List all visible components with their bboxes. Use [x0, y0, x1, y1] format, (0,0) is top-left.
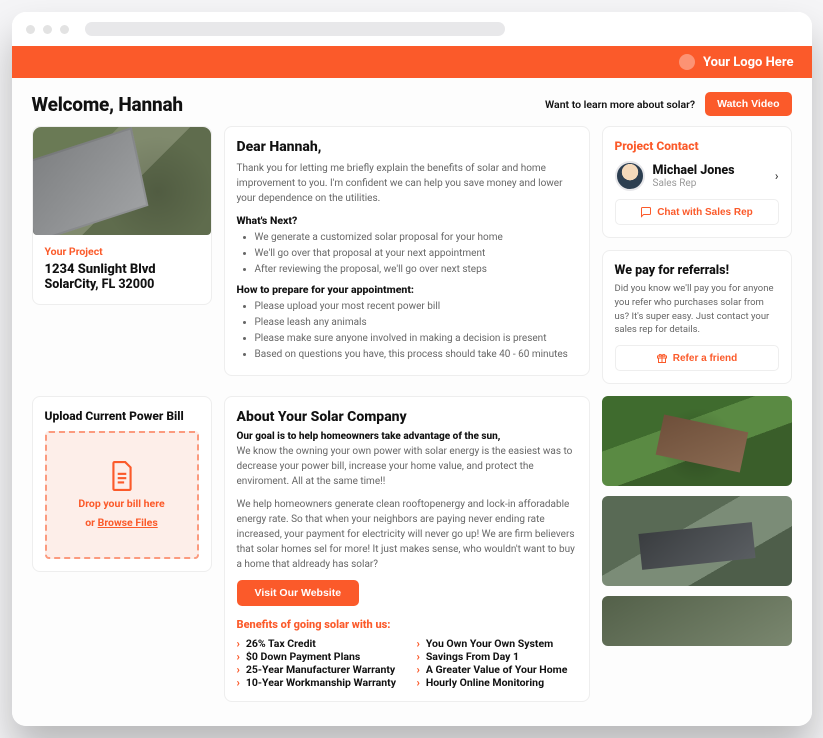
upload-dropzone[interactable]: Drop your bill here or Browse Files — [45, 431, 199, 559]
window-dot — [26, 25, 35, 34]
gallery-image — [602, 396, 792, 486]
benefit-item: ›10-Year Workmanship Warranty — [237, 676, 397, 689]
contact-row[interactable]: Michael Jones Sales Rep › — [615, 161, 779, 191]
list-item: We generate a customized solar proposal … — [255, 230, 577, 245]
prepare-list: Please upload your most recent power bil… — [237, 299, 577, 362]
caret-icon: › — [417, 650, 420, 663]
brand-bar: Your Logo Here — [12, 46, 812, 78]
list-item: Please upload your most recent power bil… — [255, 299, 577, 314]
benefit-item: ›A Greater Value of Your Home — [417, 663, 577, 676]
list-item: Based on questions you have, this proces… — [255, 347, 577, 362]
learn-more-label: Want to learn more about solar? — [545, 98, 695, 111]
browser-chrome — [12, 12, 812, 46]
project-aerial-image — [33, 127, 211, 235]
benefits-title: Benefits of going solar with us: — [237, 618, 577, 631]
caret-icon: › — [417, 676, 420, 689]
watch-video-button[interactable]: Watch Video — [705, 92, 791, 116]
prepare-heading: How to prepare for your appointment: — [237, 283, 577, 296]
page-body: Welcome, Hannah Want to learn more about… — [12, 78, 812, 726]
referral-body: Did you know we'll pay you for anyone yo… — [615, 282, 779, 337]
gift-icon — [656, 352, 668, 364]
whats-next-list: We generate a customized solar proposal … — [237, 230, 577, 277]
about-card: About Your Solar Company Our goal is to … — [224, 396, 590, 702]
gallery — [602, 396, 792, 646]
chat-sales-rep-button[interactable]: Chat with Sales Rep — [615, 199, 779, 225]
letter-intro: Thank you for letting me briefly explain… — [237, 161, 577, 206]
whats-next-heading: What's Next? — [237, 214, 577, 227]
gallery-image — [602, 596, 792, 646]
address-bar[interactable] — [85, 22, 505, 36]
window-dot — [60, 25, 69, 34]
referral-card: We pay for referrals! Did you know we'll… — [602, 250, 792, 384]
app-window: Your Logo Here Welcome, Hannah Want to l… — [12, 12, 812, 726]
refer-button-label: Refer a friend — [673, 353, 737, 364]
benefit-item: ›Savings From Day 1 — [417, 650, 577, 663]
upload-card: Upload Current Power Bill Drop your bill… — [32, 396, 212, 572]
list-item: Please leash any animals — [255, 315, 577, 330]
project-label: Your Project — [45, 245, 199, 258]
benefits-grid: ›26% Tax Credit ›$0 Down Payment Plans ›… — [237, 637, 577, 689]
gallery-image — [602, 496, 792, 586]
caret-icon: › — [237, 637, 240, 650]
avatar — [615, 161, 645, 191]
caret-icon: › — [237, 676, 240, 689]
upload-title: Upload Current Power Bill — [45, 409, 199, 423]
project-address-line2: SolarCity, FL 32000 — [45, 277, 199, 292]
contact-role: Sales Rep — [653, 178, 735, 189]
chevron-right-icon: › — [775, 169, 779, 183]
about-para2: We help homeowners generate clean roofto… — [237, 497, 577, 572]
dropzone-line2: or Browse Files — [85, 516, 157, 529]
caret-icon: › — [237, 650, 240, 663]
caret-icon: › — [417, 637, 420, 650]
list-item: We'll go over that proposal at your next… — [255, 246, 577, 261]
contact-name: Michael Jones — [653, 163, 735, 178]
refer-friend-button[interactable]: Refer a friend — [615, 345, 779, 371]
chat-icon — [640, 206, 652, 218]
brand-text: Your Logo Here — [703, 55, 793, 70]
benefit-item: ›$0 Down Payment Plans — [237, 650, 397, 663]
page-title: Welcome, Hannah — [32, 93, 183, 116]
about-lead: Our goal is to help homeowners take adva… — [237, 431, 577, 442]
about-title: About Your Solar Company — [237, 409, 577, 425]
window-dot — [43, 25, 52, 34]
benefit-item: ›26% Tax Credit — [237, 637, 397, 650]
about-para1: We know the owning your own power with s… — [237, 444, 577, 489]
benefit-item: ›You Own Your Own System — [417, 637, 577, 650]
caret-icon: › — [237, 663, 240, 676]
project-address-line1: 1234 Sunlight Blvd — [45, 262, 199, 277]
list-item: After reviewing the proposal, we'll go o… — [255, 262, 577, 277]
project-card: Your Project 1234 Sunlight Blvd SolarCit… — [32, 126, 212, 305]
logo-icon — [679, 54, 695, 70]
visit-website-button[interactable]: Visit Our Website — [237, 580, 360, 606]
referral-title: We pay for referrals! — [615, 263, 779, 278]
list-item: Please make sure anyone involved in maki… — [255, 331, 577, 346]
letter-card: Dear Hannah, Thank you for letting me br… — [224, 126, 590, 376]
document-icon — [109, 461, 135, 491]
letter-greeting: Dear Hannah, — [237, 139, 577, 155]
benefit-item: ›25-Year Manufacturer Warranty — [237, 663, 397, 676]
page-header: Welcome, Hannah Want to learn more about… — [32, 92, 792, 116]
caret-icon: › — [417, 663, 420, 676]
browse-files-link[interactable]: Browse Files — [98, 516, 158, 529]
benefit-item: ›Hourly Online Monitoring — [417, 676, 577, 689]
contact-title: Project Contact — [615, 139, 779, 153]
contact-card: Project Contact Michael Jones Sales Rep … — [602, 126, 792, 238]
chat-button-label: Chat with Sales Rep — [657, 207, 753, 218]
dropzone-line1: Drop your bill here — [78, 497, 164, 510]
